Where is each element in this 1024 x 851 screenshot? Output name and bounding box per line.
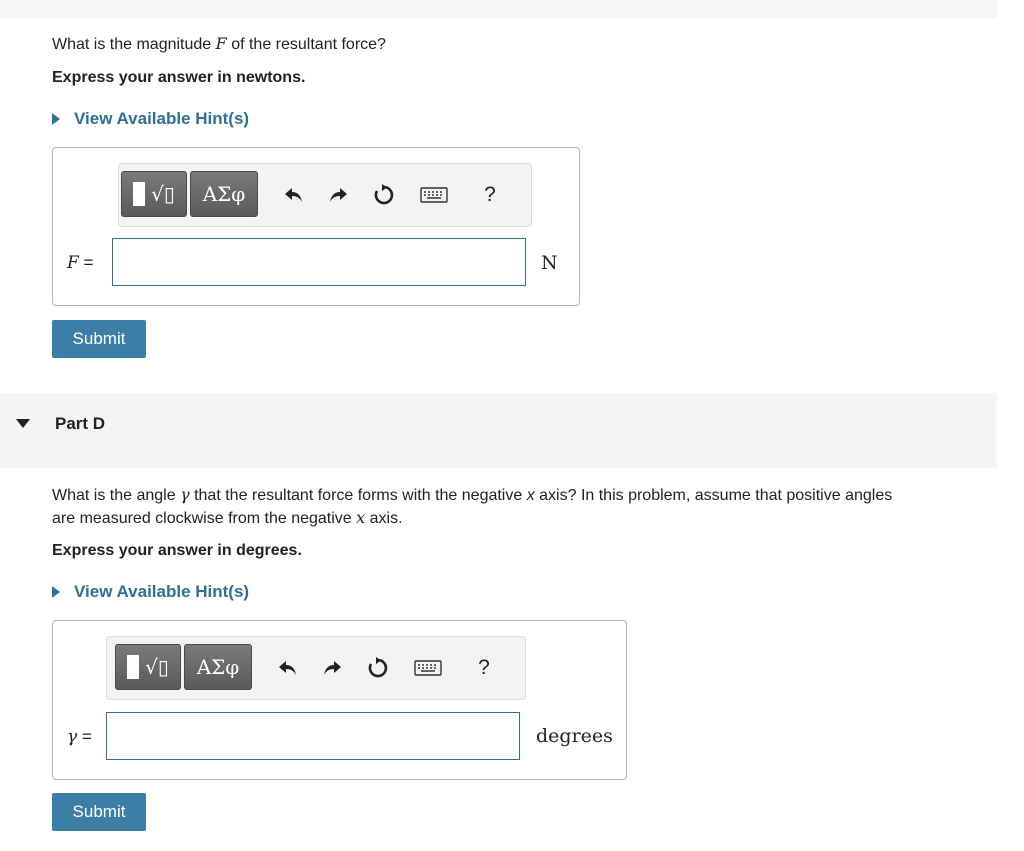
- math-toolbar: √▯ ΑΣφ ?: [106, 636, 526, 700]
- answer-variable-label: F =: [67, 253, 94, 273]
- question-text: What is the magnitude F of the resultant…: [52, 34, 386, 53]
- symbols-button[interactable]: ΑΣφ: [184, 644, 252, 690]
- undo-icon[interactable]: [275, 655, 301, 681]
- templates-button[interactable]: √▯: [121, 171, 187, 217]
- templates-button[interactable]: √▯: [115, 644, 181, 690]
- radical-icon: √▯: [145, 655, 169, 679]
- answer-unit: N: [541, 252, 558, 274]
- previous-section-band: [0, 0, 997, 18]
- template-block-icon: [133, 182, 146, 206]
- help-icon[interactable]: ?: [477, 182, 503, 208]
- answer-box: √▯ ΑΣφ ? F = N: [52, 147, 580, 306]
- submit-button[interactable]: Submit: [52, 320, 146, 358]
- answer-box: √▯ ΑΣφ ? γ = degrees: [52, 620, 627, 780]
- reset-icon[interactable]: [371, 182, 397, 208]
- keyboard-icon[interactable]: [419, 182, 449, 208]
- math-toolbar: √▯ ΑΣφ ?: [118, 163, 532, 227]
- undo-icon[interactable]: [281, 182, 307, 208]
- answer-unit: degrees: [536, 725, 613, 747]
- radical-icon: √▯: [151, 182, 175, 206]
- reset-icon[interactable]: [365, 655, 391, 681]
- caret-right-icon: [52, 586, 60, 598]
- symbols-button[interactable]: ΑΣφ: [190, 171, 258, 217]
- magnitude-answer-input[interactable]: [112, 238, 526, 286]
- answer-variable-label: γ =: [67, 727, 92, 747]
- caret-right-icon: [52, 113, 60, 125]
- template-block-icon: [127, 655, 140, 679]
- part-header[interactable]: [0, 393, 997, 468]
- keyboard-icon[interactable]: [413, 655, 443, 681]
- answer-instruction: Express your answer in degrees.: [52, 542, 302, 559]
- answer-instruction: Express your answer in newtons.: [52, 69, 306, 86]
- view-hints-link[interactable]: View Available Hint(s): [52, 582, 249, 602]
- question-text: What is the angle γ that the resultant f…: [52, 485, 893, 527]
- angle-answer-input[interactable]: [106, 712, 520, 760]
- view-hints-link[interactable]: View Available Hint(s): [52, 109, 249, 129]
- submit-button[interactable]: Submit: [52, 793, 146, 831]
- caret-down-icon[interactable]: [16, 419, 30, 428]
- help-icon[interactable]: ?: [471, 655, 497, 681]
- redo-icon[interactable]: [325, 182, 351, 208]
- part-title[interactable]: Part D: [55, 414, 105, 434]
- redo-icon[interactable]: [319, 655, 345, 681]
